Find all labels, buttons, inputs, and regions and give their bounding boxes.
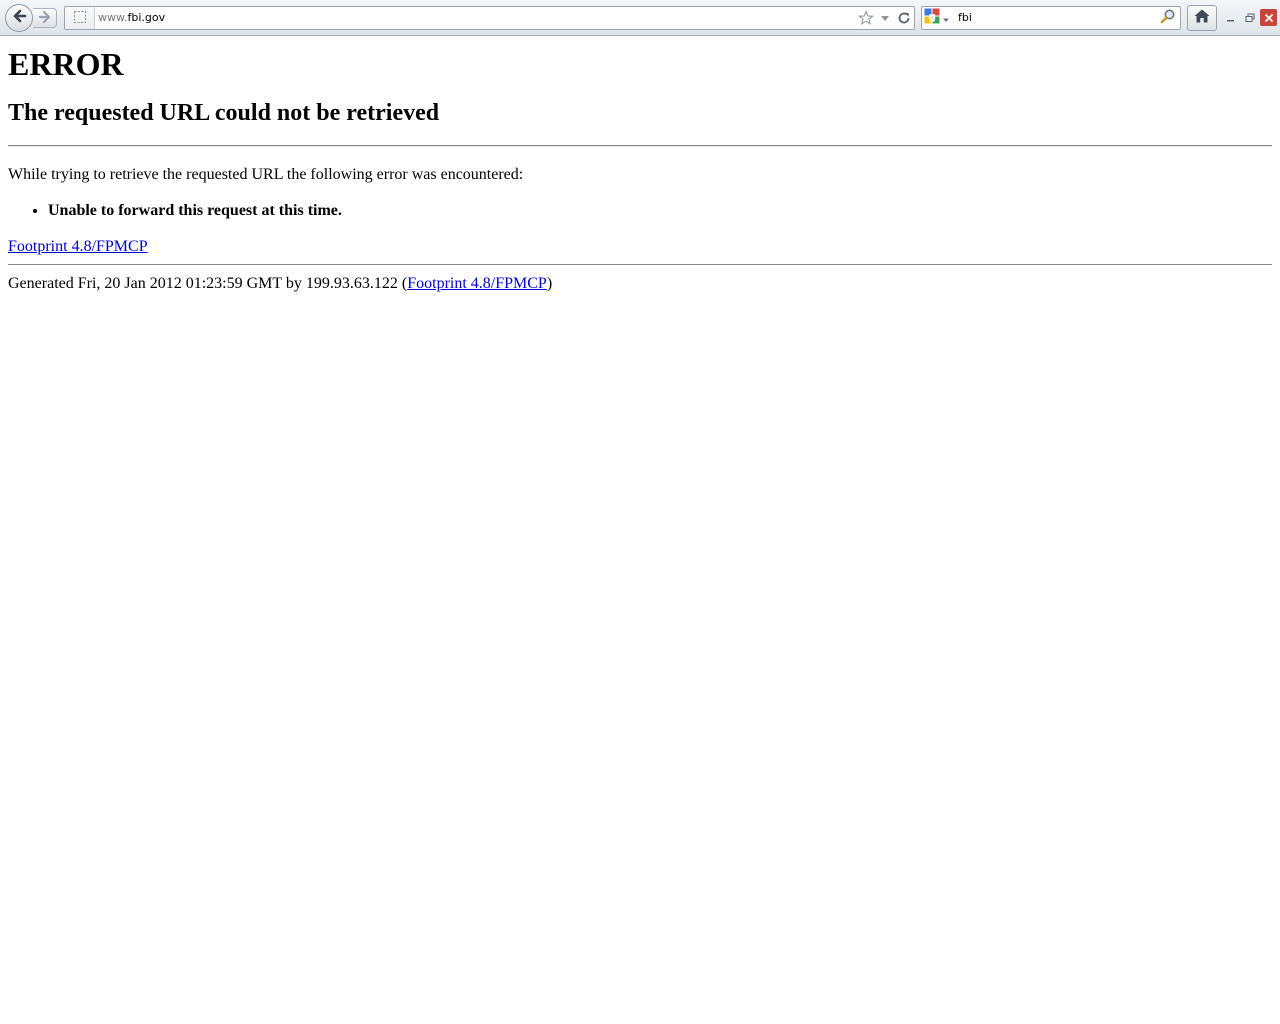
home-button[interactable] xyxy=(1187,5,1217,31)
url-text[interactable]: www.fbi.gov xyxy=(98,11,165,24)
star-icon[interactable] xyxy=(858,10,874,26)
generated-link[interactable]: Footprint 4.8/FPMCP xyxy=(407,275,547,292)
restore-button[interactable] xyxy=(1241,9,1258,26)
chevron-down-icon[interactable] xyxy=(877,10,893,26)
url-bar-actions xyxy=(858,9,912,27)
list-item: Unable to forward this request at this t… xyxy=(48,202,1272,220)
error-page: ERROR The requested URL could not be ret… xyxy=(8,37,1272,293)
url-prefix: www. xyxy=(98,11,128,24)
home-icon xyxy=(1193,8,1211,28)
restore-icon xyxy=(1245,8,1255,27)
divider xyxy=(8,145,1272,147)
search-go-button[interactable] xyxy=(1159,9,1177,27)
generated-prefix: Generated Fri, 20 Jan 2012 01:23:59 GMT … xyxy=(8,275,408,292)
page-title: ERROR xyxy=(8,46,124,82)
url-bar[interactable]: www.fbi.gov xyxy=(64,6,915,30)
minimize-button[interactable] xyxy=(1222,9,1239,26)
generated-suffix: ) xyxy=(546,275,553,292)
forward-button[interactable] xyxy=(33,8,57,28)
site-identity-icon xyxy=(73,9,87,28)
signature: Footprint 4.8/FPMCP xyxy=(8,238,1272,256)
search-input[interactable]: fbi xyxy=(958,11,972,24)
close-button[interactable] xyxy=(1260,9,1277,26)
forward-arrow-icon xyxy=(38,9,52,28)
generated-info: Generated Fri, 20 Jan 2012 01:23:59 GMT … xyxy=(8,275,1272,293)
search-bar[interactable]: g fbi xyxy=(921,6,1181,30)
page-subtitle: The requested URL could not be retrieved xyxy=(8,100,440,126)
back-button[interactable] xyxy=(5,4,33,32)
close-icon xyxy=(1264,8,1274,27)
signature-link[interactable]: Footprint 4.8/FPMCP xyxy=(8,238,148,255)
url-host: fbi.gov xyxy=(127,11,166,24)
svg-text:g: g xyxy=(928,10,936,23)
site-identity-button[interactable] xyxy=(65,7,95,29)
browser-toolbar: www.fbi.gov g fbi xyxy=(0,0,1280,36)
google-icon: g xyxy=(924,8,940,28)
minimize-icon xyxy=(1226,8,1236,27)
search-engine-button[interactable]: g xyxy=(924,8,954,28)
back-arrow-icon xyxy=(11,8,27,28)
footer-divider xyxy=(8,264,1272,265)
window-controls xyxy=(1222,9,1277,26)
reload-icon[interactable] xyxy=(896,10,912,26)
error-intro: While trying to retrieve the requested U… xyxy=(8,166,524,183)
error-list: Unable to forward this request at this t… xyxy=(8,202,1272,220)
magnifier-icon xyxy=(1160,8,1176,28)
engine-chevron-down-icon xyxy=(942,9,950,28)
